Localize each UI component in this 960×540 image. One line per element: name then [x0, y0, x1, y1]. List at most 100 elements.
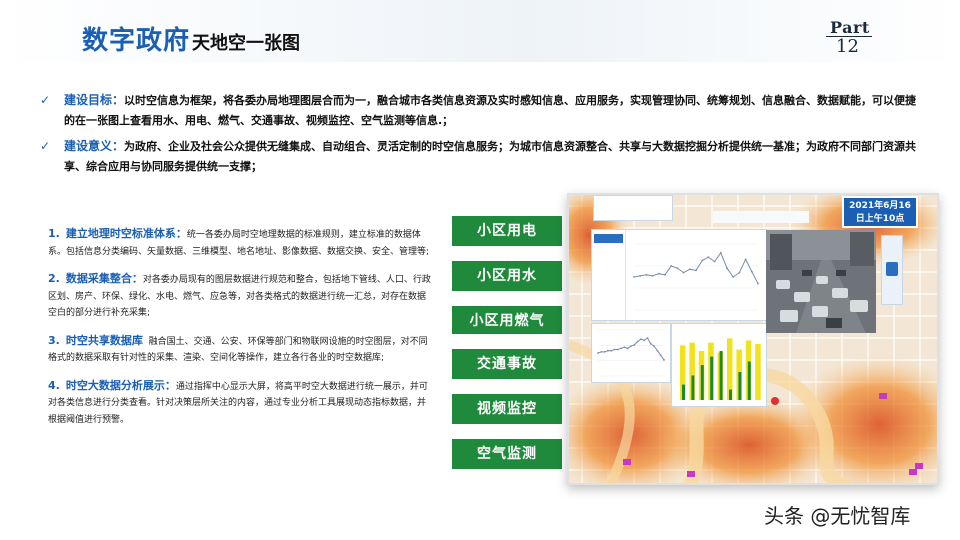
- line-chart-2: [597, 329, 665, 377]
- data-point: [630, 345, 632, 347]
- map-controls[interactable]: [881, 235, 903, 305]
- data-point: [626, 347, 629, 350]
- info-panel: [593, 195, 673, 221]
- list-item: 1. 建立地理时空标准体系：统一各委办局时空地理数据的标准规则，建立标准的数据体系…: [48, 226, 432, 260]
- item-number: 3.: [48, 333, 60, 347]
- toolbar-strip: [713, 211, 809, 223]
- tag-electricity[interactable]: 小区用电: [452, 216, 562, 246]
- bullet-text: 以时空信息为框架，将各委办局地理图层合而为一，融合城市各类信息资源及实时感知信息…: [64, 94, 917, 127]
- data-point: [643, 339, 646, 342]
- item-head: 时空共享数据库: [65, 333, 143, 347]
- data-point: [688, 268, 691, 271]
- data-point: [670, 265, 673, 267]
- data-point: [659, 354, 662, 357]
- date-line-2: 日上午10点: [855, 214, 905, 224]
- date-badge: 2021年6月16 日上午10点: [842, 196, 918, 228]
- list-item: 2. 数据采集整合：对各委办局现有的图层数据进行规范和整合，包括地下管线、人口、行…: [48, 271, 432, 322]
- bar-green: [729, 389, 732, 400]
- camera-feed[interactable]: [766, 230, 876, 333]
- data-point: [613, 348, 616, 351]
- item-head: 数据采集整合：: [65, 272, 143, 285]
- data-point: [656, 349, 659, 352]
- map-marker-icon[interactable]: [687, 471, 695, 477]
- data-point: [639, 275, 642, 277]
- check-icon: ✓: [40, 93, 51, 107]
- bar-green: [700, 365, 704, 400]
- bar-chart: [680, 338, 761, 400]
- data-point: [640, 338, 642, 341]
- line-chart-panel: [591, 229, 767, 321]
- bar-green: [691, 375, 695, 400]
- data-point: [653, 345, 655, 347]
- bar-yellow: [755, 344, 761, 400]
- map-marker-icon[interactable]: [879, 393, 887, 399]
- tag-video[interactable]: 视频监控: [452, 394, 562, 424]
- tag-traffic[interactable]: 交通事故: [452, 349, 562, 379]
- bar-green: [682, 384, 685, 400]
- data-point: [707, 256, 710, 259]
- data-point: [649, 342, 652, 345]
- line-chart-1: [633, 243, 759, 311]
- data-point: [757, 282, 759, 285]
- map-marker-icon[interactable]: [915, 463, 923, 469]
- data-point: [651, 275, 654, 277]
- data-point: [607, 349, 609, 352]
- series-line: [597, 337, 665, 361]
- data-point: [719, 251, 722, 254]
- map-pin-icon[interactable]: [771, 397, 779, 405]
- item-number: 1.: [48, 227, 60, 240]
- data-point: [633, 276, 635, 278]
- data-point: [645, 273, 648, 276]
- line-chart-panel-2: [591, 323, 671, 383]
- part-label: Part: [830, 18, 870, 37]
- item-head: 建立地理时空标准体系：: [65, 227, 187, 240]
- data-point: [616, 348, 619, 351]
- data-point: [636, 340, 639, 343]
- bar-chart-panel: [671, 323, 767, 407]
- table-header: [594, 234, 623, 243]
- map-marker-icon[interactable]: [909, 469, 917, 475]
- data-point: [620, 347, 622, 350]
- data-point: [657, 272, 660, 275]
- gis-map-screenshot: [567, 193, 939, 485]
- watermark: 头条 @无忧智库: [764, 504, 911, 528]
- data-point: [676, 267, 679, 270]
- item-number: 2.: [48, 272, 60, 285]
- data-point: [732, 276, 735, 278]
- category-tags: 小区用电 小区用水 小区用燃气 交通事故 视频监控 空气监测: [452, 216, 562, 484]
- list-item: 3. 时空共享数据库 融合国土、交通、公安、环保等部门和物联网设施的时空图层，对不…: [48, 333, 432, 367]
- data-point: [750, 270, 753, 273]
- data-point: [713, 260, 716, 263]
- data-point: [726, 267, 728, 270]
- data-point: [646, 337, 649, 339]
- bullet-key: 建设意义：: [64, 139, 125, 153]
- list-item: 4. 时空大数据分析展示：通过指挥中心显示大屏，将高平时空大数据进行统一展示，并可…: [48, 378, 432, 429]
- map-marker-icon[interactable]: [623, 459, 631, 465]
- tag-gas[interactable]: 小区用燃气: [452, 306, 562, 334]
- data-point: [738, 271, 741, 274]
- data-point: [695, 269, 697, 272]
- item-list: 1. 建立地理时空标准体系：统一各委办局时空地理数据的标准规则，建立标准的数据体系…: [48, 226, 432, 439]
- data-point: [664, 273, 666, 276]
- bar-green: [747, 361, 751, 400]
- date-line-1: 2021年6月16: [849, 201, 911, 211]
- tag-water[interactable]: 小区用水: [452, 261, 562, 291]
- data-point: [682, 271, 685, 274]
- title-sub: 天地空一张图: [192, 33, 301, 54]
- bullet-meaning: ✓ 建设意义：为政府、企业及社会公众提供无缝集成、自动组合、灵活定制的时空信息服…: [40, 136, 920, 177]
- bullet-key: 建设目标：: [64, 93, 125, 107]
- bullet-text: 为政府、企业及社会公众提供无缝集成、自动组合、灵活定制的时空信息服务；为城市信息…: [64, 140, 917, 173]
- page-title: 数字政府 天地空一张图: [82, 20, 300, 57]
- data-table: [592, 230, 626, 320]
- data-point: [603, 350, 606, 353]
- tag-air[interactable]: 空气监测: [452, 439, 562, 469]
- data-point: [663, 359, 665, 361]
- bar-green: [738, 372, 742, 400]
- part-number: 12: [836, 36, 859, 57]
- item-number: 4.: [48, 378, 60, 392]
- data-point: [610, 349, 613, 352]
- check-icon: ✓: [40, 139, 51, 153]
- navigation-icon[interactable]: [886, 262, 898, 276]
- title-main: 数字政府: [82, 26, 191, 56]
- bar-green: [710, 356, 714, 400]
